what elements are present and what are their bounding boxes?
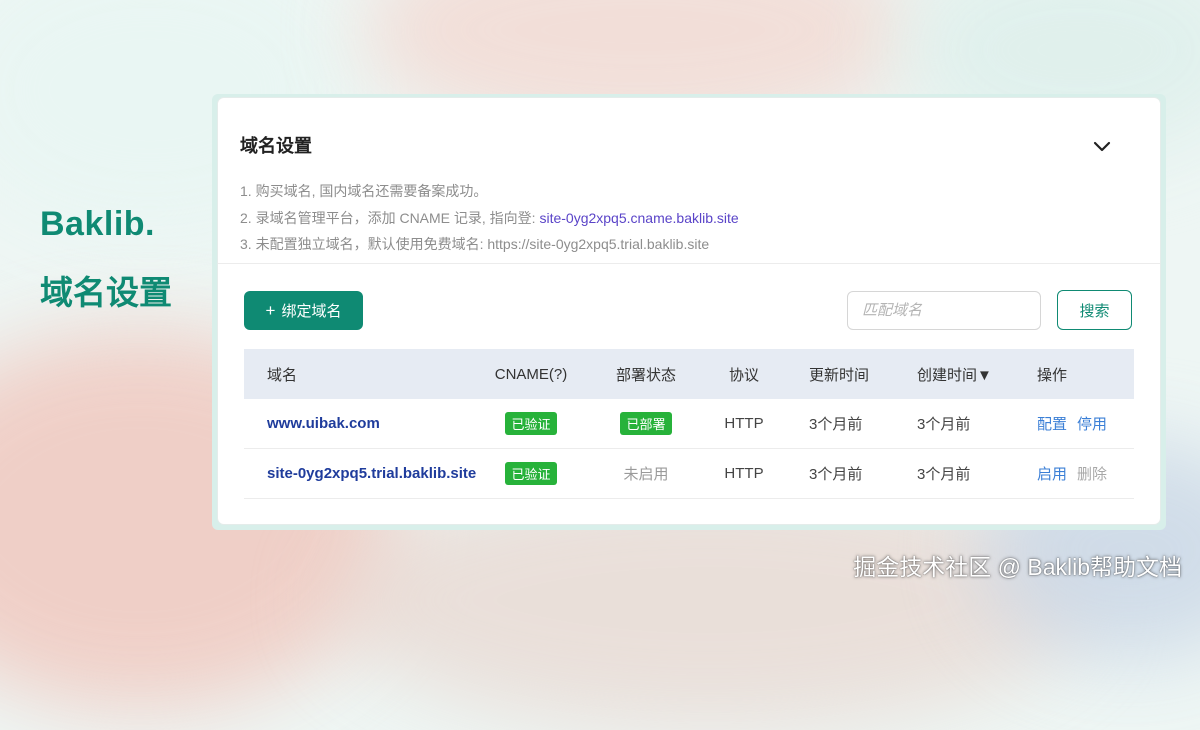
delete-link[interactable]: 删除 <box>1077 463 1107 484</box>
search-button[interactable]: 搜索 <box>1057 290 1132 330</box>
header-actions: 操作 <box>1037 366 1068 384</box>
brand-subtitle: 域名设置 <box>40 274 172 311</box>
card-title: 域名设置 <box>240 136 312 156</box>
step-3: 3. 未配置独立域名，默认使用免费域名: https://site-0yg2xp… <box>240 236 710 252</box>
brand-block: Baklib. 域名设置 <box>40 205 172 314</box>
chevron-down-icon[interactable] <box>1090 134 1114 158</box>
cname-verified-badge: 已验证 <box>505 412 557 435</box>
setup-steps: 1. 购买域名, 国内域名还需要备案成功。 2. 录域名管理平台，添加 CNAM… <box>240 178 739 258</box>
step-2: 2. 录域名管理平台，添加 CNAME 记录, 指向登: site-0yg2xp… <box>240 209 739 226</box>
created-value: 3个月前 <box>917 416 971 433</box>
header-cname[interactable]: CNAME(?) <box>474 349 588 399</box>
cname-verified-badge: 已验证 <box>505 462 557 485</box>
deploy-status-text: 未启用 <box>623 466 669 483</box>
domain-search-input[interactable] <box>847 291 1041 330</box>
watermark: 掘金技术社区 @ Baklib帮助文档 <box>853 554 1182 580</box>
bind-domain-label: 绑定域名 <box>281 303 342 320</box>
configure-link[interactable]: 配置 <box>1037 413 1067 434</box>
brand-logo: Baklib. <box>40 205 155 243</box>
domain-settings-card: 域名设置 1. 购买域名, 国内域名还需要备案成功。 2. 录域名管理平台，添加… <box>218 98 1160 524</box>
header-created-sort[interactable]: 创建时间▼ <box>917 349 992 399</box>
header-updated: 更新时间 <box>809 366 870 384</box>
deploy-status-badge: 已部署 <box>620 412 672 435</box>
table-row: www.uibak.com 已验证 已部署 HTTP 3个月前 3个月前 配置 … <box>244 399 1134 449</box>
protocol-value: HTTP <box>724 415 764 432</box>
updated-value: 3个月前 <box>809 466 863 483</box>
updated-value: 3个月前 <box>809 416 863 433</box>
header-domain: 域名 <box>267 366 298 384</box>
table-header: 域名 CNAME(?) 部署状态 协议 更新时间 创建时间▼ 操作 <box>244 349 1134 399</box>
header-protocol: 协议 <box>728 366 759 384</box>
cname-target: site-0yg2xpq5.cname.baklib.site <box>539 209 739 226</box>
bind-domain-button[interactable]: + 绑定域名 <box>244 291 363 330</box>
divider <box>218 263 1160 264</box>
disable-link[interactable]: 停用 <box>1077 413 1107 434</box>
created-value: 3个月前 <box>917 466 971 483</box>
domain-link[interactable]: www.uibak.com <box>267 415 380 432</box>
domain-table: 域名 CNAME(?) 部署状态 协议 更新时间 创建时间▼ 操作 www.ui… <box>244 349 1134 499</box>
enable-link[interactable]: 启用 <box>1037 463 1067 484</box>
table-row: site-0yg2xpq5.trial.baklib.site 已验证 未启用 … <box>244 449 1134 499</box>
domain-link[interactable]: site-0yg2xpq5.trial.baklib.site <box>267 465 476 482</box>
step-1: 1. 购买域名, 国内域名还需要备案成功。 <box>240 183 488 199</box>
header-status: 部署状态 <box>615 366 676 384</box>
protocol-value: HTTP <box>724 465 764 482</box>
plus-icon: + <box>265 301 276 320</box>
